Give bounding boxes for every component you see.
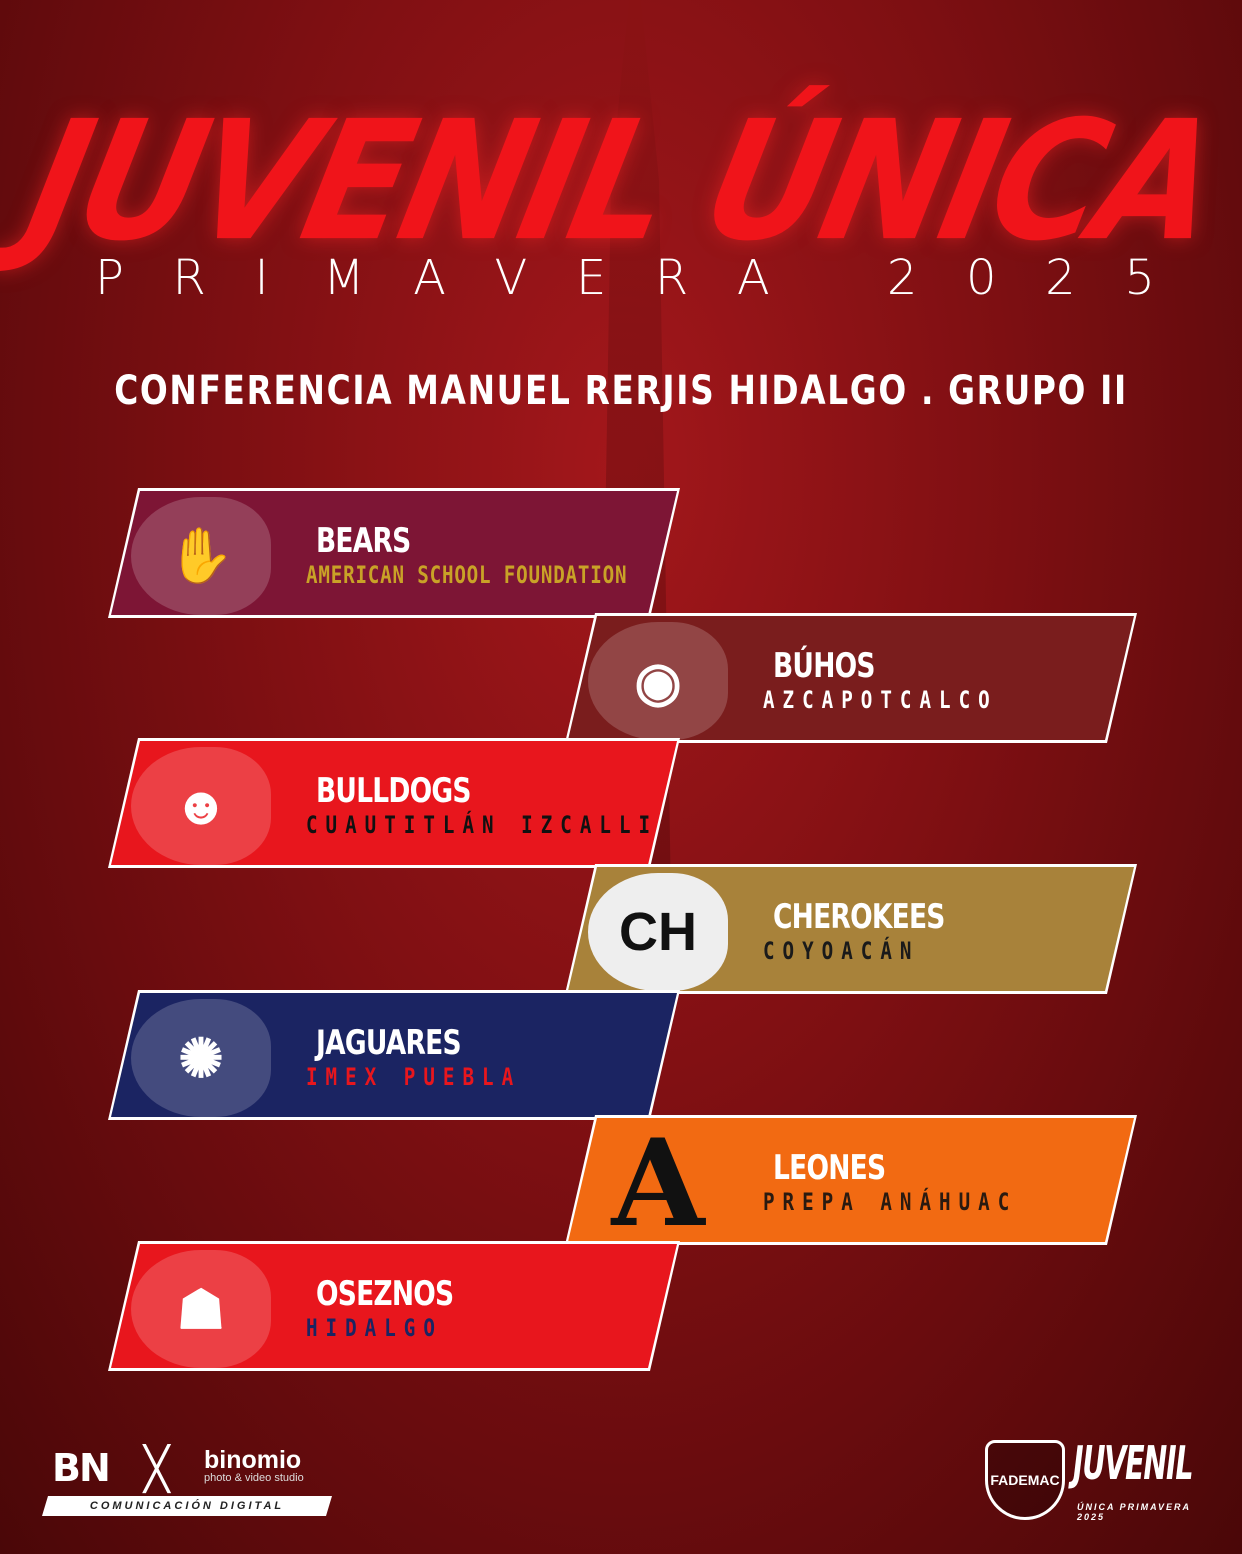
team-name: BULLDOGS	[316, 771, 471, 811]
title-subtitle: PRIMAVERA2025	[95, 250, 1155, 306]
subtitle-letter: 0	[966, 250, 997, 306]
subtitle-letter: 2	[1045, 250, 1076, 306]
juvenil-logo: JUVENIL	[1073, 1436, 1194, 1490]
bear-cub-icon: ☗	[131, 1250, 271, 1368]
team-banner-oseznos: ☗ OSEZNOS HIDALGO	[108, 1241, 680, 1371]
banner-fill: CH CHEROKEES COYOACÁN	[568, 867, 1134, 991]
team-name: BÚHOS	[773, 646, 875, 686]
sponsor-logos: BN ╳ binomio photo & video studio COMUNI…	[42, 1440, 342, 1520]
team-school: IMEX PUEBLA	[306, 1063, 522, 1091]
subtitle-letter	[818, 250, 838, 306]
team-name: BEARS	[316, 521, 411, 561]
team-banner-buhos: ◉ BÚHOS AZCAPOTCALCO	[565, 613, 1137, 743]
bear-paw-icon: ✋	[131, 497, 271, 615]
team-school: COYOACÁN	[763, 937, 920, 965]
subtitle-letter: M	[323, 250, 365, 306]
team-school: AMERICAN SCHOOL FOUNDATION	[306, 561, 628, 589]
team-name: JAGUARES	[316, 1023, 461, 1063]
cross-icon: ╳	[144, 1445, 170, 1492]
title-main: JUVENIL ÚNICA	[12, 86, 1230, 278]
team-school: AZCAPOTCALCO	[763, 686, 998, 714]
team-banner-jaguares: ✺ JAGUARES IMEX PUEBLA	[108, 990, 680, 1120]
league-logos: FADEMAC JUVENIL ÚNICA PRIMAVERA 2025	[985, 1436, 1205, 1526]
banner-fill: ◉ BÚHOS AZCAPOTCALCO	[568, 616, 1134, 740]
subtitle-letter: 2	[886, 250, 918, 306]
banner-fill: ✋ BEARS AMERICAN SCHOOL FOUNDATION	[111, 491, 677, 615]
fademac-shield-icon: FADEMAC	[985, 1440, 1065, 1520]
banner-fill: ☗ OSEZNOS HIDALGO	[111, 1244, 677, 1368]
team-banner-cherokees: CH CHEROKEES COYOACÁN	[565, 864, 1137, 994]
subtitle-letter: R	[654, 250, 689, 306]
juvenil-logo-sub: ÚNICA PRIMAVERA 2025	[1077, 1502, 1191, 1522]
team-banner-bulldogs: ☻ BULLDOGS CUAUTITLÁN IZCALLI	[108, 738, 680, 868]
subtitle-letter: I	[254, 250, 269, 306]
subtitle-letter: V	[494, 250, 528, 306]
bn-logo: BN	[52, 1446, 111, 1490]
team-school: PREPA ANÁHUAC	[763, 1188, 1018, 1216]
team-name: LEONES	[773, 1148, 886, 1188]
letter-a-icon: A	[611, 1118, 705, 1242]
team-banner-bears: ✋ BEARS AMERICAN SCHOOL FOUNDATION	[108, 488, 680, 618]
subtitle-letter: P	[95, 250, 124, 306]
banner-fill: ✺ JAGUARES IMEX PUEBLA	[111, 993, 677, 1117]
team-name: OSEZNOS	[316, 1274, 454, 1314]
team-school: CUAUTITLÁN IZCALLI	[306, 811, 659, 839]
subtitle-letter: E	[575, 250, 607, 306]
cherokee-helmet-icon: CH	[588, 873, 728, 991]
binomio-logo: binomio	[204, 1446, 302, 1474]
poster: JUVENIL ÚNICA PRIMAVERA2025 CONFERENCIA …	[0, 0, 1242, 1554]
banner-fill: A LEONES PREPA ANÁHUAC	[568, 1118, 1134, 1242]
subtitle-letter: 5	[1124, 250, 1155, 306]
banner-fill: ☻ BULLDOGS CUAUTITLÁN IZCALLI	[111, 741, 677, 865]
team-banner-leones: A LEONES PREPA ANÁHUAC	[565, 1115, 1137, 1245]
conference-heading: CONFERENCIA MANUEL RERJIS HIDALGO . GRUP…	[114, 368, 1128, 414]
tagline-strip: COMUNICACIÓN DIGITAL DEPORTIVA	[42, 1496, 332, 1516]
binomio-tagline: photo & video studio	[204, 1472, 304, 1484]
team-name: CHEROKEES	[773, 897, 945, 937]
jaguar-icon: ✺	[131, 999, 271, 1117]
owl-icon: ◉	[588, 622, 728, 740]
subtitle-letter: A	[413, 250, 446, 306]
subtitle-letter: A	[736, 250, 770, 306]
team-school: HIDALGO	[306, 1314, 443, 1342]
bulldog-icon: ☻	[131, 747, 271, 865]
subtitle-letter: R	[172, 250, 206, 306]
